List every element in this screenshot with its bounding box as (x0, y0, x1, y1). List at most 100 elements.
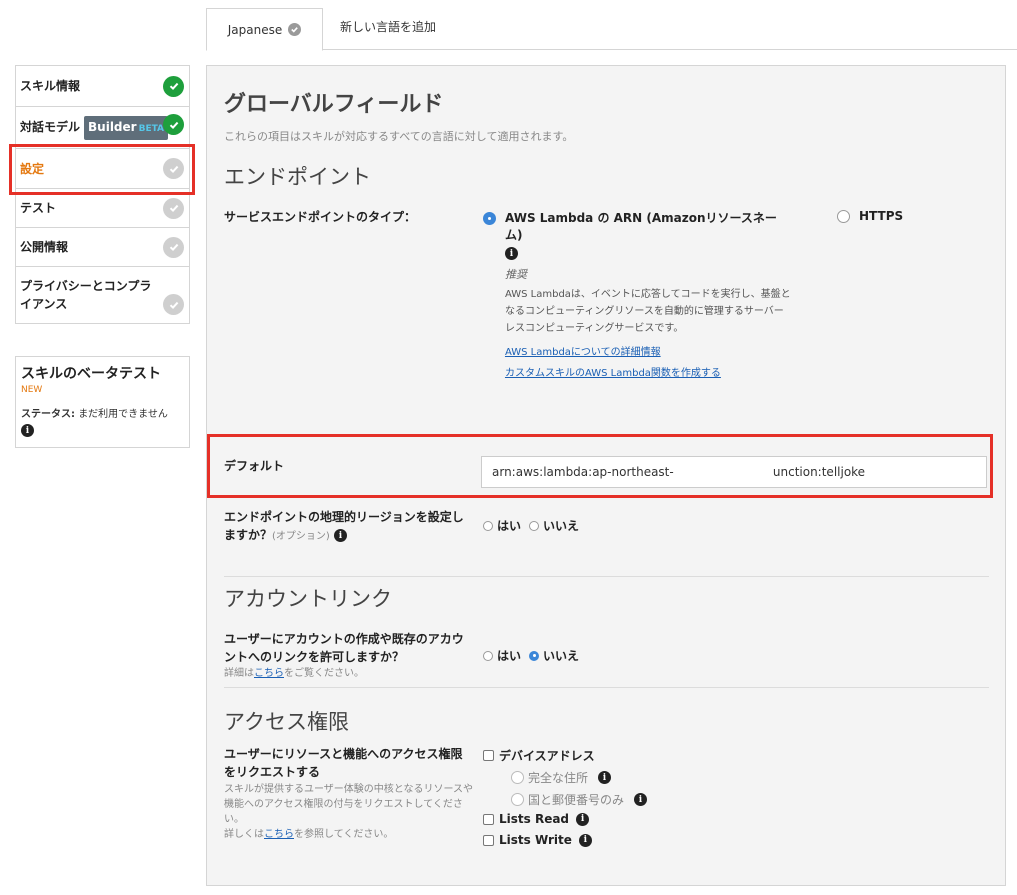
info-icon[interactable]: i (504, 247, 518, 260)
check-circle-icon (163, 197, 184, 219)
info-icon[interactable]: i (21, 424, 34, 437)
lists-write-label: Lists Write (499, 833, 572, 847)
account-linking-detail-link[interactable]: こちら (254, 668, 284, 679)
check-icon (288, 23, 302, 36)
region-yes-label: はい (497, 519, 522, 533)
hint-suffix: をご覧ください。 (284, 668, 364, 679)
settings-panel: グローバルフィールド これらの項目はスキルが対応するすべての言語に対して適用され… (206, 65, 1006, 886)
device-address-option[interactable]: デバイスアドレス (483, 747, 703, 764)
lambda-radio[interactable] (483, 212, 496, 225)
tab-add-language[interactable]: 新しい言語を追加 (340, 18, 436, 35)
lambda-description: AWS Lambdaは、イベントに応答してコードを実行し、基盤となるコンピューテ… (504, 289, 791, 334)
account-linking-no-label: いいえ (543, 649, 580, 663)
recommended-label: 推奨 (504, 268, 527, 281)
lists-read-checkbox[interactable] (483, 813, 494, 825)
full-address-option[interactable]: 完全な住所 i (511, 769, 703, 786)
lambda-option-label: AWS Lambda の ARN (Amazonリソースネーム) (504, 211, 777, 242)
full-address-label: 完全な住所 (528, 771, 589, 785)
new-badge: NEW (21, 385, 43, 395)
device-address-checkbox[interactable] (483, 750, 494, 761)
region-options: はい いいえ (483, 517, 579, 534)
lambda-option-group: AWS Lambda の ARN (Amazonリソースネーム) i 推奨 AW… (483, 209, 793, 379)
sidebar-item-label: 設定 (20, 161, 45, 176)
lists-read-label: Lists Read (499, 812, 570, 826)
lists-write-option[interactable]: Lists Write i (483, 833, 703, 847)
check-circle-icon (163, 158, 184, 179)
tab-japanese-label: Japanese (227, 22, 283, 37)
account-linking-question: ユーザーにアカウントの作成や既存のアカウントへのリンクを許可しますか？ 詳細はこ… (224, 630, 469, 681)
account-linking-no-radio[interactable] (529, 650, 540, 661)
sidebar-item-settings[interactable]: 設定 (16, 149, 189, 189)
beta-tag: BETA (138, 123, 164, 134)
country-postal-label: 国と郵便番号のみ (528, 793, 625, 807)
hint-suffix: を参照してください。 (294, 829, 394, 840)
region-no-label: いいえ (543, 519, 580, 533)
beta-status: ステータス: まだ利用できません (21, 405, 184, 420)
sidebar-item-label: プライバシーとコンプライアンス (20, 279, 152, 311)
lists-read-option[interactable]: Lists Read i (483, 812, 703, 826)
sidebar-item-interaction-model[interactable]: 対話モデル Builder BETA (16, 107, 189, 149)
account-linking-title: アカウントリンク (224, 587, 392, 611)
region-no-radio[interactable] (529, 520, 540, 531)
https-option[interactable]: HTTPS (837, 209, 903, 223)
info-icon[interactable]: i (578, 833, 592, 847)
endpoint-section-title: エンドポイント (224, 165, 371, 189)
permissions-options: デバイスアドレス 完全な住所 i 国と郵便番号のみ i Lists Read i… (483, 747, 703, 847)
permissions-title: アクセス権限 (224, 710, 349, 734)
sidebar-item-label: 公開情報 (20, 240, 69, 254)
lambda-details-link[interactable]: AWS Lambdaについての詳細情報 (505, 347, 661, 358)
divider (224, 687, 989, 688)
beta-test-card: スキルのベータテスト NEW ステータス: まだ利用できません i (15, 356, 190, 448)
account-linking-options: はい いいえ (483, 647, 579, 664)
permissions-label: ユーザーにリソースと機能へのアクセス権限をリクエストする (224, 747, 463, 779)
divider (224, 576, 989, 577)
account-linking-hint: 詳細はこちらをご覧ください。 (224, 666, 469, 681)
permissions-help: スキルが提供するユーザー体験の中核となるリソースや機能へのアクセス権限の付与をリ… (224, 784, 473, 825)
permissions-label-group: ユーザーにリソースと機能へのアクセス権限をリクエストする スキルが提供するユーザ… (224, 745, 474, 842)
hint-prefix: 詳細は (224, 668, 254, 679)
permissions-more: 詳しくはこちらを参照してください。 (224, 827, 474, 842)
lists-write-checkbox[interactable] (483, 834, 494, 846)
create-lambda-link[interactable]: カスタムスキルのAWS Lambda関数を作成する (505, 368, 721, 379)
country-postal-option[interactable]: 国と郵便番号のみ i (511, 791, 703, 808)
default-endpoint-label: デフォルト (224, 459, 285, 473)
account-linking-yes-label: はい (497, 649, 522, 663)
builder-badge: Builder BETA (84, 115, 168, 140)
permissions-more-link[interactable]: こちら (264, 829, 294, 840)
sidebar-item-skill-info[interactable]: スキル情報 (16, 66, 189, 107)
info-icon[interactable]: i (334, 529, 348, 542)
info-icon[interactable]: i (598, 771, 612, 784)
check-circle-icon (163, 114, 184, 135)
country-postal-radio[interactable] (511, 793, 524, 806)
status-value: まだ利用できません (78, 409, 168, 420)
device-address-label: デバイスアドレス (499, 749, 595, 763)
endpoint-type-label: サービスエンドポイントのタイプ： (224, 210, 417, 224)
tab-japanese[interactable]: Japanese (206, 8, 323, 51)
page-subtitle: これらの項目はスキルが対応するすべての言語に対して適用されます。 (224, 130, 574, 143)
sidebar-item-test[interactable]: テスト (16, 189, 189, 228)
language-tabs: Japanese 新しい言語を追加 (206, 8, 1017, 51)
skill-steps-sidebar: スキル情報 対話モデル Builder BETA 設定 テスト 公開情報 プライバシ… (15, 65, 190, 324)
beta-test-title: スキルのベータテスト (21, 366, 161, 382)
hint-prefix: 詳しくは (224, 829, 264, 840)
check-circle-icon (163, 294, 184, 315)
account-linking-yes-radio[interactable] (483, 650, 493, 661)
sidebar-item-publishing[interactable]: 公開情報 (16, 228, 189, 267)
full-address-radio[interactable] (511, 771, 524, 784)
info-icon[interactable]: i (576, 812, 590, 826)
sidebar-item-privacy[interactable]: プライバシーとコンプライアンス (16, 267, 189, 323)
page-title: グローバルフィールド (224, 92, 444, 117)
region-question: エンドポイントの地理的リージョンを設定しますか？(オプション) i (224, 508, 469, 546)
default-endpoint-input[interactable]: arn:aws:lambda:ap-northeast- unction:tel… (481, 456, 987, 488)
check-circle-icon (163, 75, 184, 97)
status-label: ステータス: (21, 409, 75, 420)
check-circle-icon (163, 236, 184, 258)
region-yes-radio[interactable] (483, 520, 493, 531)
https-radio[interactable] (837, 209, 850, 223)
https-option-label: HTTPS (859, 209, 904, 223)
sidebar-item-label: テスト (20, 201, 57, 215)
optional-label: (オプション) (272, 531, 330, 542)
sidebar-item-label: スキル情報 (20, 79, 81, 93)
info-icon[interactable]: i (634, 793, 648, 806)
sidebar-item-label: 対話モデル (20, 119, 81, 134)
